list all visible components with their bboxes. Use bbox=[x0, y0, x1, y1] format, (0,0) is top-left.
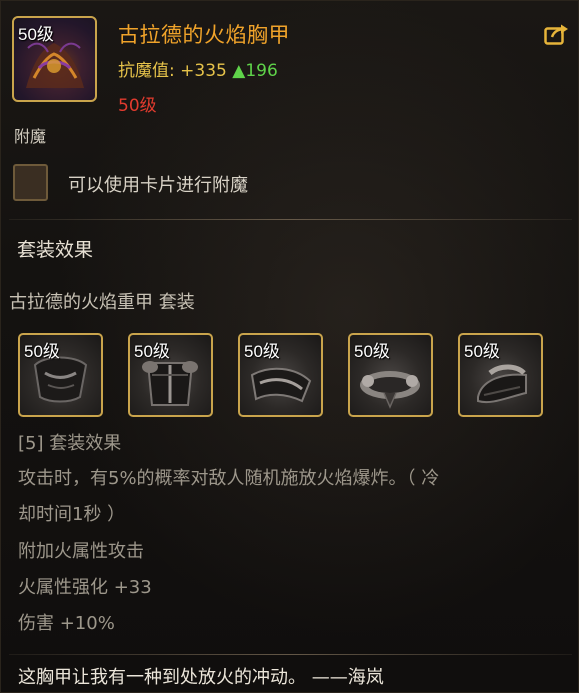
set-bonus-line: 攻击时，有5%的概率对敌人随机施放火焰爆炸。（ 冷 bbox=[18, 468, 440, 489]
set-piece-icon[interactable]: 50级 bbox=[458, 333, 543, 417]
set-piece-icon[interactable]: 50级 bbox=[18, 333, 103, 417]
set-piece-level-badge: 50级 bbox=[354, 342, 390, 361]
enchant-label: 附魔 bbox=[14, 127, 47, 146]
set-bonus-line: 伤害 +10% bbox=[18, 613, 115, 634]
set-bonus-line: 却时间1秒 ） bbox=[18, 504, 126, 525]
item-tooltip-panel: 50级 古拉德的火焰胸甲 抗魔值: +335 ▲196 50级 附魔 可以使用卡… bbox=[0, 0, 579, 693]
required-level: 50级 bbox=[118, 96, 157, 116]
divider bbox=[9, 654, 572, 655]
resist-value: +335 bbox=[180, 61, 227, 81]
set-effect-header: 套装效果 bbox=[17, 239, 94, 261]
enchant-card-slot[interactable] bbox=[13, 164, 48, 201]
set-piece-icon[interactable]: 50级 bbox=[348, 333, 433, 417]
set-bonus-line: 附加火属性攻击 bbox=[18, 541, 144, 562]
set-bonus-line: 火属性强化 +33 bbox=[18, 577, 152, 598]
resist-bonus: ▲196 bbox=[232, 61, 278, 81]
set-bonus-line: [5] 套装效果 bbox=[18, 433, 122, 454]
set-piece-level-badge: 50级 bbox=[24, 342, 60, 361]
set-name: 古拉德的火焰重甲 套装 bbox=[9, 292, 195, 313]
flavor-text: 这胸甲让我有一种到处放火的冲动。 ——海岚 bbox=[18, 667, 384, 688]
set-piece-level-badge: 50级 bbox=[134, 342, 170, 361]
resist-row: 抗魔值: +335 ▲196 bbox=[118, 56, 278, 81]
set-piece-icon[interactable]: 50级 bbox=[128, 333, 213, 417]
share-icon[interactable] bbox=[544, 23, 570, 45]
item-name: 古拉德的火焰胸甲 bbox=[118, 23, 290, 47]
set-piece-icon[interactable]: 50级 bbox=[238, 333, 323, 417]
enchant-card-hint: 可以使用卡片进行附魔 bbox=[68, 175, 248, 196]
resist-label: 抗魔值: bbox=[118, 61, 175, 81]
divider bbox=[9, 219, 572, 220]
item-level-badge: 50级 bbox=[18, 25, 54, 44]
set-piece-level-badge: 50级 bbox=[464, 342, 500, 361]
chest-armor-icon[interactable]: 50级 bbox=[12, 16, 97, 102]
set-piece-level-badge: 50级 bbox=[244, 342, 280, 361]
